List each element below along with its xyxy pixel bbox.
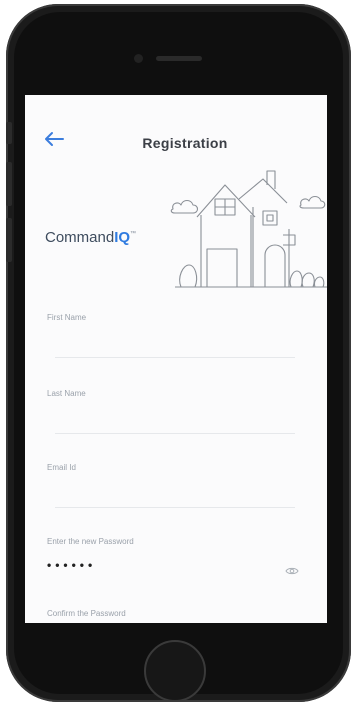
first-name-field[interactable]: First Name <box>47 313 305 358</box>
last-name-input[interactable] <box>47 410 305 432</box>
email-label: Email Id <box>47 463 76 472</box>
volume-up-button <box>6 162 12 206</box>
first-name-input[interactable] <box>47 334 305 356</box>
brand-prefix: Command <box>45 229 115 246</box>
new-password-field[interactable]: Enter the new Password •••••• <box>47 537 305 580</box>
confirm-password-field[interactable]: Confirm the Password •••••• <box>47 609 305 623</box>
brand-logo: CommandIQ™ <box>45 229 136 246</box>
first-name-label: First Name <box>47 313 87 322</box>
app-screen: Registration CommandIQ™ First Name Last … <box>25 95 327 623</box>
front-camera <box>134 54 143 63</box>
page-title: Registration <box>142 135 228 151</box>
last-name-field[interactable]: Last Name <box>47 389 305 434</box>
volume-down-button <box>6 218 12 262</box>
eye-icon[interactable] <box>285 563 299 575</box>
field-underline <box>55 357 295 358</box>
confirm-password-label: Confirm the Password <box>47 609 126 618</box>
house-illustration <box>170 170 327 288</box>
field-underline <box>55 433 295 434</box>
mute-switch <box>6 122 12 144</box>
email-field[interactable]: Email Id <box>47 463 305 508</box>
email-input[interactable] <box>47 484 305 506</box>
brand-suffix: IQ <box>114 229 131 246</box>
home-button[interactable] <box>144 640 206 702</box>
last-name-label: Last Name <box>47 389 86 398</box>
field-underline <box>55 507 295 508</box>
new-password-input[interactable]: •••••• <box>47 558 305 580</box>
earpiece-speaker <box>156 56 202 61</box>
new-password-label: Enter the new Password <box>47 537 134 546</box>
trademark-mark: ™ <box>130 231 137 237</box>
